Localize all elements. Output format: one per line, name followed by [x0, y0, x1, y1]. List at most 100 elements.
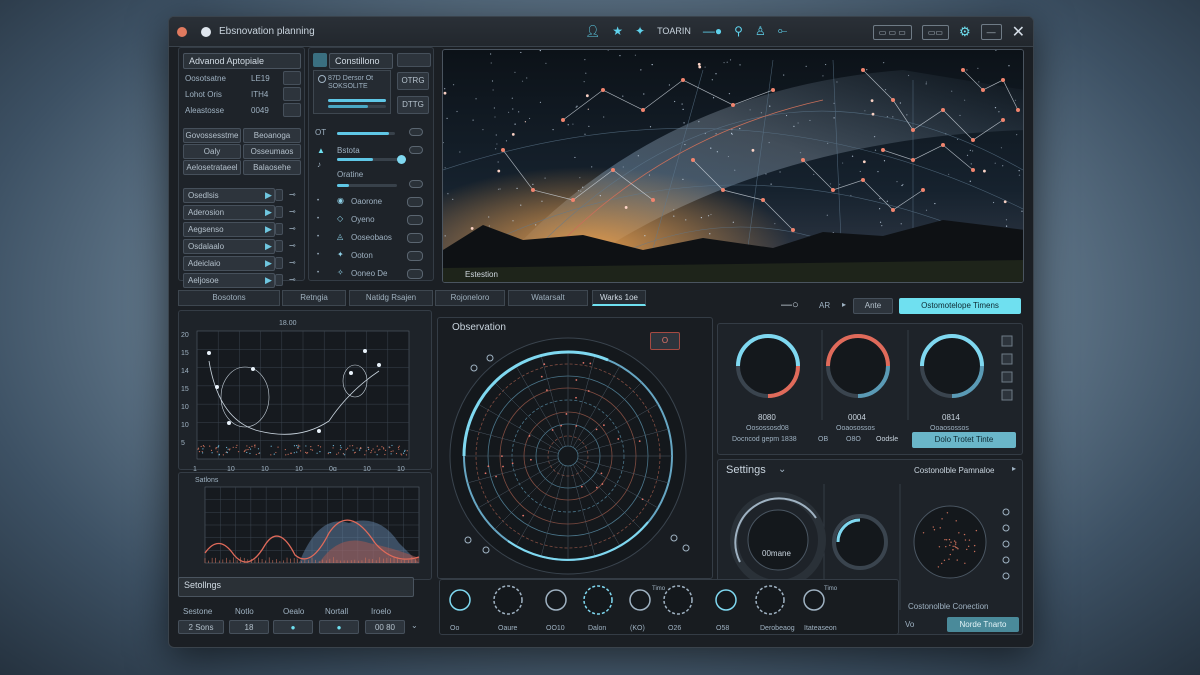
list-switch[interactable]: [407, 233, 423, 243]
slider-c[interactable]: [337, 184, 397, 187]
toggle-icon[interactable]: ⊸: [289, 207, 296, 216]
toggle-icon[interactable]: ⊸: [289, 258, 296, 267]
bottom-dial[interactable]: [629, 589, 651, 611]
play-row-6[interactable]: Aeljosoe: [183, 273, 275, 288]
side-check[interactable]: [1001, 371, 1013, 383]
grid-button-5[interactable]: Aelosetrataeel: [183, 160, 241, 175]
play-icon[interactable]: ▶: [265, 275, 272, 286]
play-icon[interactable]: ▶: [265, 207, 272, 218]
radar-control[interactable]: [464, 536, 472, 544]
grid-button-1[interactable]: Govossesstme: [183, 128, 241, 143]
dial-face[interactable]: [747, 509, 809, 571]
radar-control[interactable]: [470, 364, 478, 372]
toggle-icon[interactable]: ⊸: [289, 275, 296, 284]
settings-icon[interactable]: ⚙: [959, 24, 971, 40]
controls-list-item[interactable]: Ooneo De: [351, 269, 387, 278]
row-marker[interactable]: [275, 274, 283, 286]
play-icon[interactable]: ▶: [265, 241, 272, 252]
settings-small-button[interactable]: Norde Tnarto: [947, 617, 1019, 632]
list-switch[interactable]: [407, 251, 423, 261]
lb-value-5[interactable]: 00 80: [365, 620, 405, 634]
minimize-button[interactable]: —: [980, 24, 1002, 40]
play-row-1[interactable]: Osedlsis: [183, 188, 275, 203]
side-button-2[interactable]: DTTG: [397, 96, 429, 114]
slider-b[interactable]: [337, 155, 406, 164]
lb-value-4[interactable]: ●: [319, 620, 359, 634]
bottom-dial[interactable]: [755, 585, 785, 615]
bottom-dial[interactable]: [663, 585, 693, 615]
row-marker[interactable]: [275, 240, 283, 252]
record-button[interactable]: O: [650, 332, 680, 350]
close-dot[interactable]: [177, 26, 187, 37]
play-row-3[interactable]: Aegsenso: [183, 222, 275, 237]
left-settings-bar[interactable]: Setollngs: [178, 577, 414, 597]
bottom-dial[interactable]: [583, 585, 613, 615]
right-label-b[interactable]: Ante: [853, 298, 893, 314]
toggle-icon[interactable]: ⊸: [289, 241, 296, 250]
right-arrow-icon[interactable]: ▸: [842, 300, 846, 309]
sky-map[interactable]: [443, 50, 1024, 283]
play-row-2[interactable]: Aderosion: [183, 205, 275, 220]
play-icon[interactable]: ▶: [265, 258, 272, 269]
settings-option[interactable]: [1002, 540, 1010, 548]
radar-control[interactable]: [682, 544, 690, 552]
play-row-4[interactable]: Osdalaalo: [183, 239, 275, 254]
row-toggle-2[interactable]: [283, 87, 301, 101]
observation-radar[interactable]: [438, 318, 714, 580]
close-icon[interactable]: ✕: [1012, 22, 1025, 42]
controls-list-item[interactable]: Ooseobaos: [351, 233, 392, 242]
tab-1[interactable]: Bosotons: [178, 290, 280, 306]
play-icon[interactable]: ▶: [265, 224, 272, 235]
list-switch[interactable]: [407, 215, 423, 225]
controls-list-item[interactable]: Ooton: [351, 251, 373, 260]
tab-5[interactable]: Watarsalt: [508, 290, 588, 306]
lb-value-3[interactable]: ●: [273, 620, 313, 634]
switch-c[interactable]: [409, 180, 423, 188]
sky-view[interactable]: Estestion: [442, 49, 1024, 283]
preview-slider-2[interactable]: [328, 105, 386, 108]
switch-b[interactable]: [409, 146, 423, 154]
slider-icon[interactable]: —●: [703, 24, 722, 38]
bottom-dial-strip[interactable]: Oo Oaure OO10 Dalon (KO) O26 O58 Derobeaog Itate…: [440, 580, 900, 636]
star-outline-icon[interactable]: ✦: [635, 24, 645, 38]
slider-a[interactable]: [337, 132, 395, 135]
switch-a[interactable]: [409, 128, 423, 136]
settings-option[interactable]: [1002, 524, 1010, 532]
radar-control[interactable]: [670, 534, 678, 542]
toggle-icon[interactable]: ⊸: [289, 190, 296, 199]
radar-control[interactable]: [482, 546, 490, 554]
row-marker[interactable]: [275, 206, 283, 218]
controls-list-item[interactable]: Oaorone: [351, 197, 382, 206]
highlight-tab[interactable]: Ostomotelope Timens: [899, 298, 1021, 314]
person-icon[interactable]: ♙: [755, 24, 766, 38]
telescope-icon[interactable]: ⟜: [778, 23, 788, 38]
row-toggle-1[interactable]: [283, 71, 301, 85]
user-icon[interactable]: 👤︎: [585, 24, 600, 38]
grid-button-6[interactable]: Balaosehe: [243, 160, 301, 175]
controls-list-item[interactable]: Oyeno: [351, 215, 375, 224]
bell-icon[interactable]: ♪: [317, 160, 321, 169]
side-button-1[interactable]: OTRG: [397, 72, 429, 90]
star-icon[interactable]: ★: [612, 24, 623, 38]
play-row-5[interactable]: Adeiclaio: [183, 256, 275, 271]
side-check[interactable]: [1001, 335, 1013, 347]
list-switch[interactable]: [407, 197, 423, 207]
preview-slider[interactable]: [328, 99, 386, 102]
controls-mini-button[interactable]: [397, 53, 431, 67]
tab-3[interactable]: Natidg Rsajen: [349, 290, 433, 306]
wand-icon[interactable]: ⚲: [734, 24, 743, 38]
row-marker[interactable]: [275, 257, 283, 269]
grid-button-4[interactable]: Osseumaos: [243, 144, 301, 159]
side-check[interactable]: [1001, 353, 1013, 365]
settings-option[interactable]: [1002, 572, 1010, 580]
row-toggle-3[interactable]: [283, 103, 301, 117]
settings-arrow-icon[interactable]: ▸: [1012, 464, 1016, 473]
bottom-dial[interactable]: [715, 589, 737, 611]
play-icon[interactable]: ▶: [265, 190, 272, 201]
dial-small[interactable]: [832, 514, 888, 570]
lb-value-2[interactable]: 18: [229, 620, 269, 634]
row-marker[interactable]: [275, 223, 283, 235]
grid-button-3[interactable]: Oaly: [183, 144, 241, 159]
bottom-dial[interactable]: [493, 585, 523, 615]
bottom-dial[interactable]: [545, 589, 567, 611]
